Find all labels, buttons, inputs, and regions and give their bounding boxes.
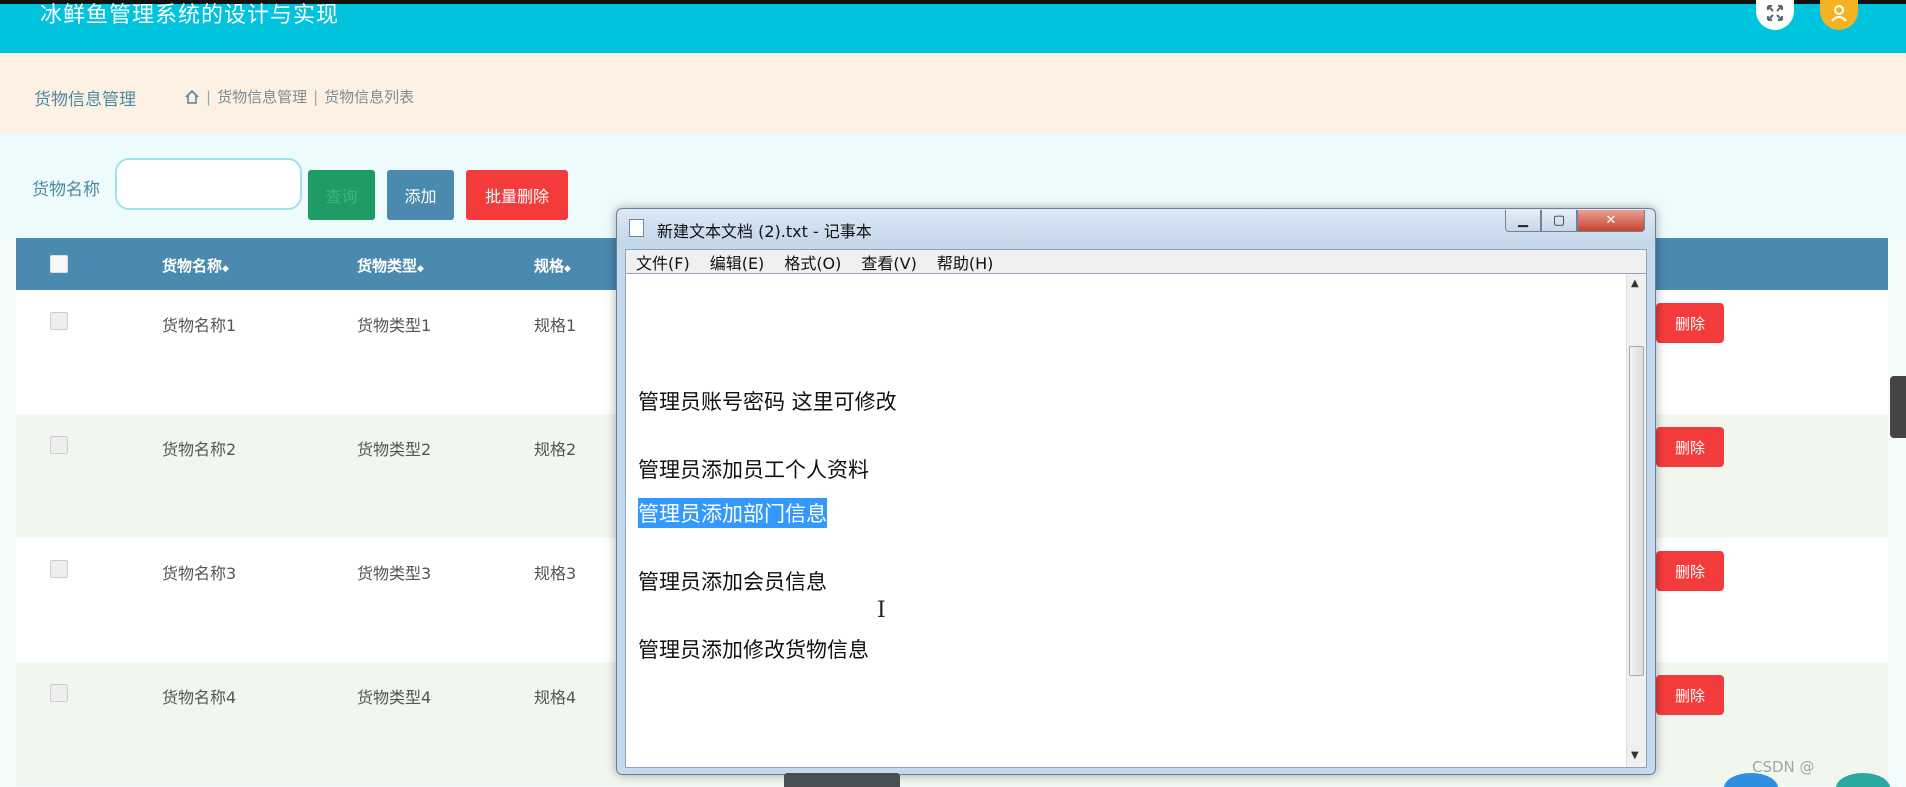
notepad-menubar: 文件(F) 编辑(E) 格式(O) 查看(V) 帮助(H) [625, 249, 1647, 273]
text-line: 管理员添加会员信息 [638, 570, 827, 594]
column-header-label: 规格 [534, 257, 565, 275]
delete-button[interactable]: 删除 [1656, 427, 1724, 467]
search-label: 货物名称 [32, 180, 100, 200]
side-collapse-tab[interactable] [1890, 376, 1906, 438]
text-line: 管理员账号密码 这里可修改 [638, 390, 897, 414]
cell-spec: 规格3 [534, 564, 577, 583]
menu-view[interactable]: 查看(V) [861, 250, 916, 274]
column-header-label: 货物类型 [357, 257, 418, 275]
scrollbar-thumb[interactable] [1629, 346, 1644, 676]
notepad-icon [629, 219, 644, 237]
cell-goods-type: 货物类型3 [357, 564, 432, 583]
sort-icon: ◆ [417, 264, 424, 274]
cell-spec: 规格2 [534, 440, 577, 459]
top-bar: 冰鲜鱼管理系统的设计与实现 [0, 0, 1906, 53]
notepad-titlebar[interactable]: 新建文本文档 (2).txt - 记事本 ▁ ▢ ✕ [617, 209, 1655, 247]
watermark: CSDN @ [1752, 758, 1815, 776]
goods-name-input[interactable] [115, 158, 302, 210]
menu-edit[interactable]: 编辑(E) [710, 250, 765, 274]
notepad-title: 新建文本文档 (2).txt - 记事本 [657, 222, 872, 241]
breadcrumb: | 货物信息管理 | 货物信息列表 [184, 86, 414, 107]
row-checkbox[interactable] [50, 684, 68, 702]
page-title: 货物信息管理 [34, 90, 136, 110]
text-line: 管理员添加员工个人资料 [638, 458, 869, 482]
user-avatar-button[interactable] [1820, 0, 1858, 30]
row-checkbox[interactable] [50, 312, 68, 330]
row-checkbox[interactable] [50, 560, 68, 578]
delete-button[interactable]: 删除 [1656, 551, 1724, 591]
column-header-label: 货物名称 [162, 257, 223, 275]
text-line: 管理员添加修改货物信息 [638, 638, 869, 662]
selected-text-line: 管理员添加部门信息 [638, 498, 827, 528]
delete-button[interactable]: 删除 [1656, 303, 1724, 343]
column-header-spec[interactable]: 规格◆ [534, 255, 571, 276]
cell-goods-name: 货物名称4 [162, 688, 237, 707]
expand-icon [1767, 5, 1783, 21]
maximize-button[interactable]: ▢ [1541, 210, 1577, 232]
vertical-scrollbar[interactable]: ▲ ▼ [1626, 274, 1646, 767]
close-button[interactable]: ✕ [1577, 210, 1645, 232]
user-icon [1831, 5, 1847, 22]
notepad-text-area[interactable]: 管理员账号密码 这里可修改 管理员添加员工个人资料 管理员添加部门信息 管理员添… [625, 273, 1647, 768]
cell-spec: 规格4 [534, 688, 577, 707]
add-button[interactable]: 添加 [387, 170, 454, 220]
cell-goods-type: 货物类型2 [357, 440, 432, 459]
delete-button[interactable]: 删除 [1656, 675, 1724, 715]
fullscreen-button[interactable] [1756, 0, 1794, 30]
breadcrumb-bar: 货物信息管理 | 货物信息管理 | 货物信息列表 [0, 53, 1906, 133]
menu-help[interactable]: 帮助(H) [937, 250, 994, 274]
minimize-button[interactable]: ▁ [1505, 210, 1541, 232]
sort-icon: ◆ [222, 264, 229, 274]
cell-spec: 规格1 [534, 316, 577, 335]
text-cursor-icon: I [877, 598, 886, 623]
scroll-down-icon[interactable]: ▼ [1631, 750, 1639, 761]
cell-goods-name: 货物名称3 [162, 564, 237, 583]
app-title: 冰鲜鱼管理系统的设计与实现 [40, 3, 340, 28]
breadcrumb-item-goods-list: 货物信息列表 [324, 88, 415, 106]
taskbar-fragment [784, 773, 900, 787]
cell-goods-name: 货物名称2 [162, 440, 237, 459]
menu-file[interactable]: 文件(F) [636, 250, 690, 274]
cell-goods-name: 货物名称1 [162, 316, 237, 335]
column-header-type[interactable]: 货物类型◆ [357, 255, 424, 276]
cell-goods-type: 货物类型4 [357, 688, 432, 707]
batch-delete-button[interactable]: 批量删除 [466, 170, 568, 220]
breadcrumb-item-goods-management[interactable]: 货物信息管理 [217, 86, 307, 107]
menu-format[interactable]: 格式(O) [784, 250, 841, 274]
breadcrumb-separator: | [206, 87, 212, 106]
cell-goods-type: 货物类型1 [357, 316, 432, 335]
home-icon[interactable] [184, 89, 200, 105]
sort-icon: ◆ [564, 264, 571, 274]
row-checkbox[interactable] [50, 436, 68, 454]
search-button[interactable]: 查询 [308, 170, 375, 220]
breadcrumb-separator: | [313, 87, 319, 106]
column-header-name[interactable]: 货物名称◆ [162, 255, 229, 276]
select-all-checkbox[interactable] [50, 255, 68, 273]
scroll-up-icon[interactable]: ▲ [1631, 278, 1639, 289]
notepad-window: 新建文本文档 (2).txt - 记事本 ▁ ▢ ✕ 文件(F) 编辑(E) 格… [616, 208, 1656, 775]
